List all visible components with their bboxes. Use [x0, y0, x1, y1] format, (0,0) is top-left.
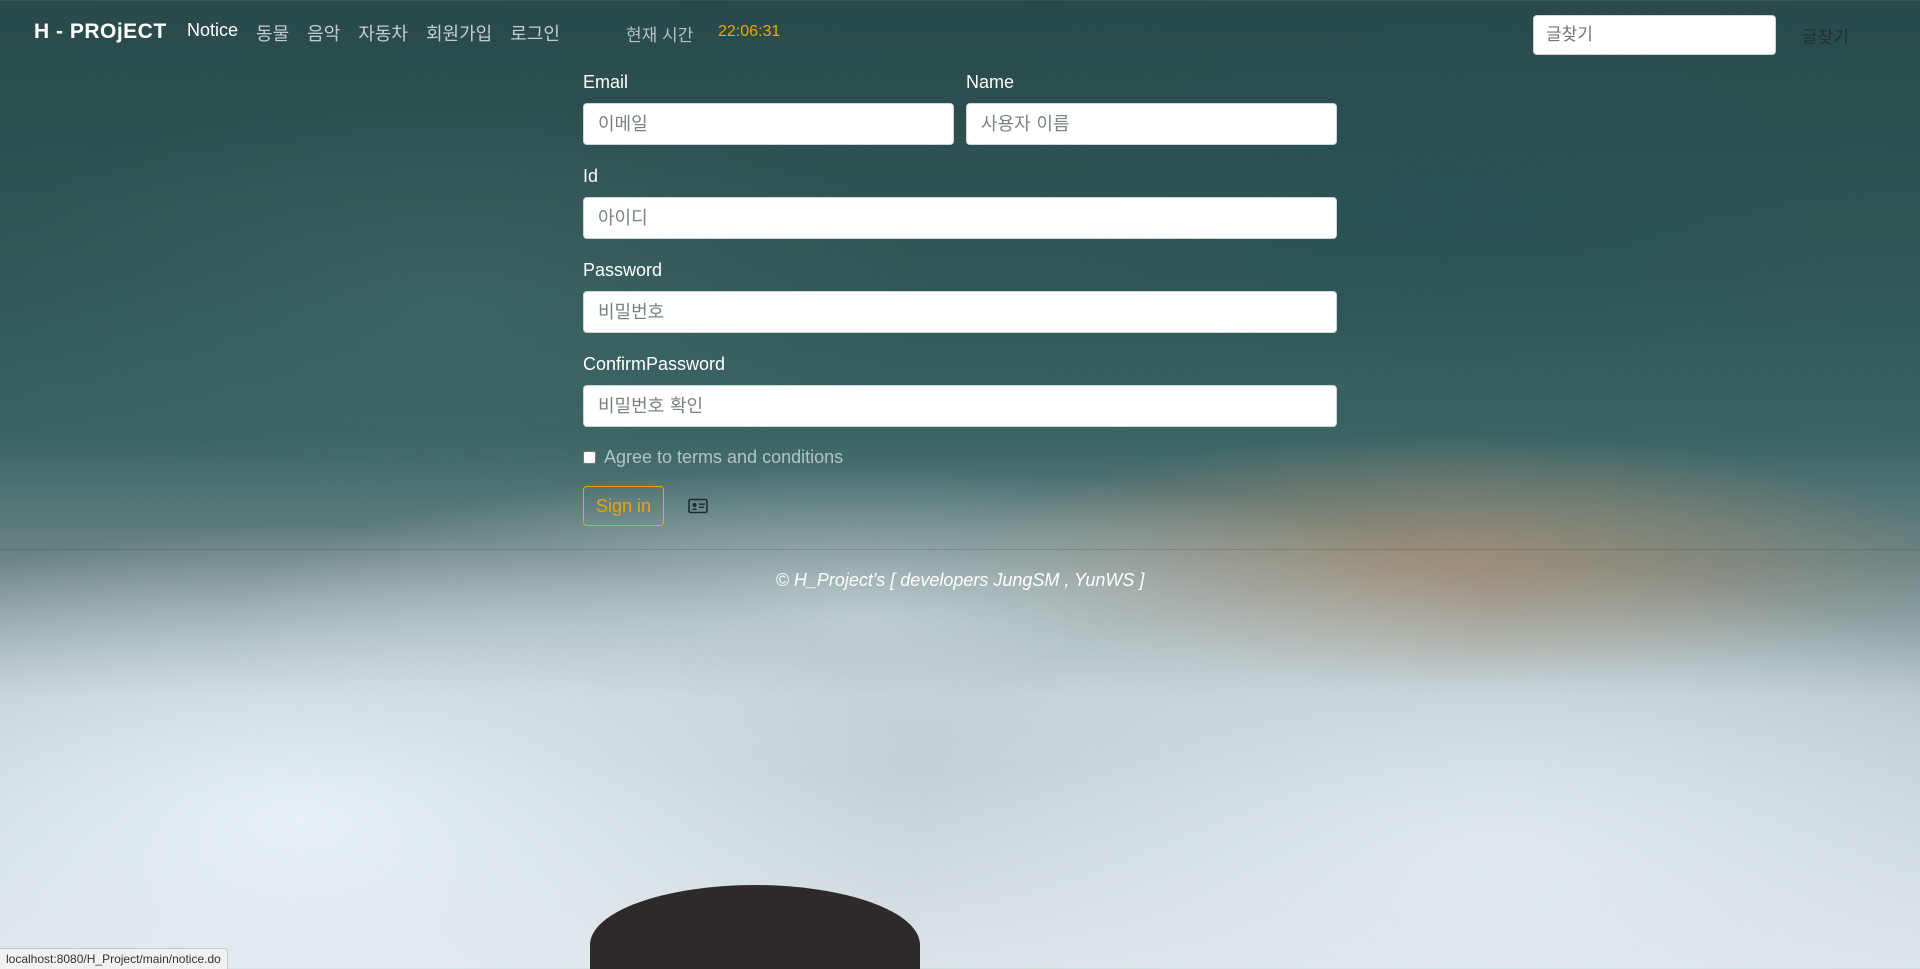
background-sand	[590, 885, 920, 969]
navbar: H - PROjECT Notice 동물 음악 자동차 회원가입 로그인 현재…	[0, 0, 1920, 64]
terms-row: Agree to terms and conditions	[583, 447, 1337, 468]
terms-label[interactable]: Agree to terms and conditions	[604, 447, 843, 468]
terms-checkbox[interactable]	[583, 451, 596, 464]
password-label: Password	[583, 260, 663, 280]
name-label: Name	[966, 72, 1015, 92]
email-label: Email	[583, 72, 629, 92]
sign-in-button[interactable]: Sign in	[583, 486, 665, 526]
email-name-row: Email Name	[583, 72, 1337, 145]
clock-label: 현재 시간	[626, 26, 694, 45]
footer-credits: © H_Project's [ developers JungSM , YunW…	[775, 570, 1145, 590]
id-label: Id	[583, 166, 599, 186]
footer-divider	[0, 549, 1920, 550]
brand-logo[interactable]: H - PROjECT	[34, 20, 167, 44]
name-group: Name	[966, 72, 1337, 145]
signup-form: Email Name Id Password ConfirmPassword A…	[583, 72, 1337, 526]
id-card-icon[interactable]	[688, 498, 708, 514]
nav-link-music[interactable]: 음악	[307, 20, 340, 46]
nav-link-login[interactable]: 로그인	[510, 20, 560, 46]
confirm-password-field[interactable]	[583, 385, 1337, 427]
password-field[interactable]	[583, 291, 1337, 333]
clock-time: 22:06:31	[718, 23, 781, 40]
email-group: Email	[583, 72, 954, 145]
search-input[interactable]	[1533, 15, 1776, 55]
nav-link-cars[interactable]: 자동차	[358, 20, 408, 46]
nav-link-notice[interactable]: Notice	[187, 20, 238, 46]
nav-links: Notice 동물 음악 자동차 회원가입 로그인	[187, 20, 578, 46]
nav-link-signup[interactable]: 회원가입	[426, 20, 492, 46]
confirm-password-label: ConfirmPassword	[583, 354, 726, 374]
id-field[interactable]	[583, 197, 1337, 239]
email-field[interactable]	[583, 103, 954, 145]
status-bar-url: localhost:8080/H_Project/main/notice.do	[0, 948, 228, 969]
password-group: Password	[583, 260, 1337, 333]
id-group: Id	[583, 166, 1337, 239]
nav-link-animals[interactable]: 동물	[256, 20, 289, 46]
confirm-password-group: ConfirmPassword	[583, 354, 1337, 427]
form-actions: Sign in	[583, 486, 1337, 526]
name-field[interactable]	[966, 103, 1337, 145]
search-button[interactable]: 글찾기	[1790, 15, 1861, 55]
